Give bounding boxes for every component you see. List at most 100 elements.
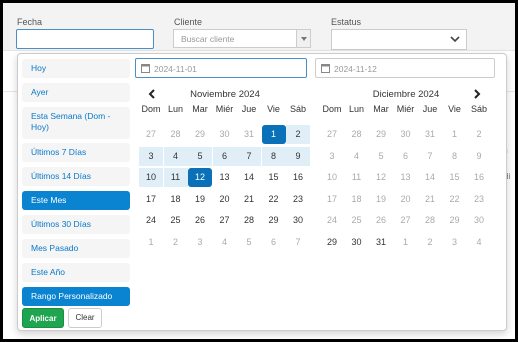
calendar-day[interactable]: 26 xyxy=(188,211,212,230)
calendar-day-selected[interactable]: 1 xyxy=(261,125,286,144)
calendar-day[interactable]: 19 xyxy=(188,190,212,209)
calendar-day[interactable]: 15 xyxy=(262,168,286,187)
calendar-day[interactable]: 11 xyxy=(163,168,188,187)
range-item-ayer[interactable]: Ayer xyxy=(22,83,130,102)
calendar-day[interactable]: 13 xyxy=(394,168,418,187)
calendar-day[interactable]: 27 xyxy=(139,125,163,144)
calendar-day[interactable]: 8 xyxy=(261,146,286,166)
calendar-day[interactable]: 14 xyxy=(237,168,261,187)
calendar-day[interactable]: 4 xyxy=(467,233,491,252)
calendar-day[interactable]: 29 xyxy=(262,211,286,230)
calendar-day[interactable]: 3 xyxy=(443,233,467,252)
calendar-day[interactable]: 24 xyxy=(320,211,344,230)
chevron-right-icon[interactable] xyxy=(472,88,482,100)
calendar-day[interactable]: 5 xyxy=(188,146,212,166)
calendar-day[interactable]: 2 xyxy=(418,233,442,252)
calendar-day[interactable]: 30 xyxy=(394,125,418,144)
range-item-rango-personalizado[interactable]: Rango Personalizado xyxy=(22,287,130,306)
calendar-day[interactable]: 5 xyxy=(237,233,261,252)
calendar-day[interactable]: 15 xyxy=(443,168,467,187)
calendar-day[interactable]: 29 xyxy=(369,125,393,144)
calendar-day[interactable]: 10 xyxy=(139,168,163,187)
calendar-day[interactable]: 2 xyxy=(467,125,491,144)
calendar-day[interactable]: 25 xyxy=(345,211,369,230)
calendar-day[interactable]: 10 xyxy=(320,168,344,187)
calendar-day[interactable]: 3 xyxy=(188,233,212,252)
calendar-day[interactable]: 6 xyxy=(394,147,418,166)
estatus-select[interactable] xyxy=(331,29,467,50)
calendar-day[interactable]: 3 xyxy=(139,146,163,166)
calendar-day[interactable]: 7 xyxy=(286,233,310,252)
calendar-day[interactable]: 26 xyxy=(369,211,393,230)
calendar-day[interactable]: 1 xyxy=(139,233,163,252)
calendar-day[interactable]: 6 xyxy=(262,233,286,252)
calendar-day[interactable]: 29 xyxy=(188,125,212,144)
range-item-esta-semana[interactable]: Esta Semana (Dom - Hoy) xyxy=(22,107,130,139)
calendar-day[interactable]: 18 xyxy=(164,190,188,209)
calendar-day[interactable]: 4 xyxy=(213,233,237,252)
range-item-este-mes[interactable]: Este Mes xyxy=(22,191,130,210)
calendar-day[interactable]: 7 xyxy=(418,147,442,166)
calendar-day[interactable]: 28 xyxy=(345,125,369,144)
calendar-day[interactable]: 28 xyxy=(418,211,442,230)
calendar-day[interactable]: 6 xyxy=(212,146,237,166)
calendar-day[interactable]: 9 xyxy=(467,147,491,166)
range-item-ultimos-7-dias[interactable]: Últimos 7 Días xyxy=(22,143,130,162)
calendar-day[interactable]: 31 xyxy=(418,125,442,144)
calendar-day[interactable]: 7 xyxy=(237,146,261,166)
calendar-day[interactable]: 4 xyxy=(163,146,188,166)
calendar-day[interactable]: 24 xyxy=(139,211,163,230)
calendar-day[interactable]: 30 xyxy=(213,125,237,144)
calendar-day[interactable]: 23 xyxy=(286,190,310,209)
calendar-day[interactable]: 27 xyxy=(394,211,418,230)
calendar-day[interactable]: 4 xyxy=(345,147,369,166)
calendar-day[interactable]: 28 xyxy=(164,125,188,144)
calendar-day[interactable]: 23 xyxy=(467,190,491,209)
calendar-day[interactable]: 5 xyxy=(369,147,393,166)
calendar-day[interactable]: 12 xyxy=(369,168,393,187)
calendar-day[interactable]: 8 xyxy=(443,147,467,166)
range-item-mes-pasado[interactable]: Mes Pasado xyxy=(22,239,130,258)
calendar-day[interactable]: 18 xyxy=(345,190,369,209)
calendar-day[interactable]: 16 xyxy=(286,168,310,187)
apply-button[interactable]: Aplicar xyxy=(22,308,64,328)
calendar-day[interactable]: 17 xyxy=(320,190,344,209)
calendar-day[interactable]: 21 xyxy=(418,190,442,209)
calendar-day[interactable]: 9 xyxy=(286,146,310,166)
cliente-dropdown-button[interactable] xyxy=(296,30,310,47)
calendar-day[interactable]: 1 xyxy=(394,233,418,252)
calendar-day[interactable]: 25 xyxy=(164,211,188,230)
calendar-day[interactable]: 1 xyxy=(443,125,467,144)
calendar-day[interactable]: 20 xyxy=(394,190,418,209)
calendar-day[interactable]: 31 xyxy=(369,233,393,252)
calendar-day[interactable]: 16 xyxy=(467,168,491,187)
calendar-day[interactable]: 29 xyxy=(443,211,467,230)
calendar-day[interactable]: 13 xyxy=(213,168,237,187)
calendar-day[interactable]: 2 xyxy=(164,233,188,252)
calendar-day[interactable]: 21 xyxy=(237,190,261,209)
calendar-day[interactable]: 27 xyxy=(320,125,344,144)
calendar-day-selected[interactable]: 12 xyxy=(188,168,212,187)
calendar-day[interactable]: 30 xyxy=(467,211,491,230)
start-date-input[interactable]: 2024-11-01 xyxy=(135,58,307,78)
calendar-day[interactable]: 30 xyxy=(286,211,310,230)
range-item-este-ano[interactable]: Este Año xyxy=(22,263,130,282)
range-item-hoy[interactable]: Hoy xyxy=(22,59,130,78)
calendar-day[interactable]: 22 xyxy=(443,190,467,209)
end-date-input[interactable]: 2024-11-12 xyxy=(315,58,495,78)
fecha-input[interactable] xyxy=(16,29,154,49)
calendar-day[interactable]: 3 xyxy=(320,147,344,166)
calendar-day[interactable]: 19 xyxy=(369,190,393,209)
calendar-day[interactable]: 14 xyxy=(418,168,442,187)
range-item-ultimos-14-dias[interactable]: Últimos 14 Días xyxy=(22,167,130,186)
cliente-select[interactable]: Buscar cliente xyxy=(173,29,311,48)
calendar-day[interactable]: 30 xyxy=(345,233,369,252)
range-item-ultimos-30-dias[interactable]: Últimos 30 Días xyxy=(22,215,130,234)
calendar-day[interactable]: 11 xyxy=(345,168,369,187)
calendar-day[interactable]: 17 xyxy=(139,190,163,209)
calendar-day[interactable]: 31 xyxy=(237,125,261,144)
calendar-day[interactable]: 27 xyxy=(213,211,237,230)
calendar-day[interactable]: 22 xyxy=(262,190,286,209)
calendar-day[interactable]: 20 xyxy=(213,190,237,209)
calendar-day[interactable]: 2 xyxy=(286,125,310,144)
